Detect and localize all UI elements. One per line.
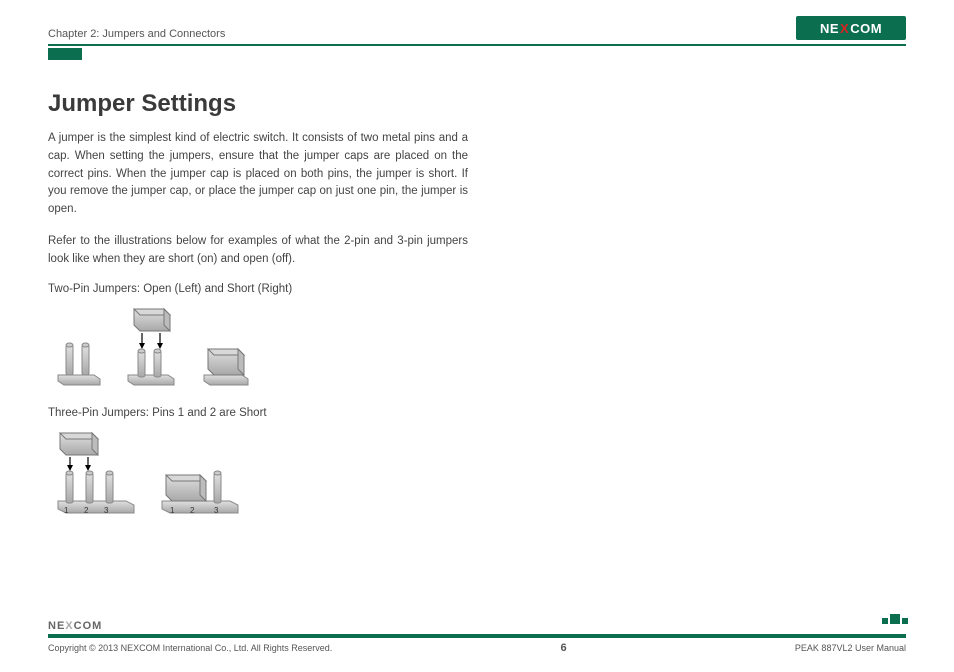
chapter-title: Chapter 2: Jumpers and Connectors bbox=[48, 28, 225, 40]
logo-part-1: NE bbox=[820, 21, 839, 36]
pin3-label: 3 bbox=[104, 506, 108, 515]
footer-logo-part2: COM bbox=[74, 620, 103, 632]
pin2-label: 2 bbox=[84, 506, 88, 515]
three-pin-caption: Three-Pin Jumpers: Pins 1 and 2 are Shor… bbox=[48, 407, 468, 419]
footer-decoration-icon bbox=[880, 614, 908, 624]
footer-logo-x-icon: X bbox=[65, 620, 73, 632]
two-pin-open-icon bbox=[54, 331, 102, 387]
footer-divider bbox=[48, 634, 906, 638]
two-pin-caption: Two-Pin Jumpers: Open (Left) and Short (… bbox=[48, 283, 468, 295]
header-accent-block bbox=[48, 48, 82, 60]
three-pin-open-icon: 1 2 3 bbox=[54, 429, 140, 515]
pin1-label-b: 1 bbox=[170, 506, 174, 515]
three-pin-illustration: 1 2 3 1 2 3 bbox=[48, 429, 468, 515]
two-pin-cap-placing-icon bbox=[120, 305, 180, 387]
two-pin-short-icon bbox=[198, 331, 252, 387]
footer-row: Copyright © 2013 NEXCOM International Co… bbox=[48, 640, 906, 654]
pin1-label: 1 bbox=[64, 506, 68, 515]
three-pin-short-icon: 1 2 3 bbox=[158, 459, 244, 515]
copyright-text: Copyright © 2013 NEXCOM International Co… bbox=[48, 643, 332, 653]
page-number: 6 bbox=[561, 642, 567, 654]
paragraph-1: A jumper is the simplest kind of electri… bbox=[48, 130, 468, 219]
paragraph-2: Refer to the illustrations below for exa… bbox=[48, 233, 468, 269]
pin3-label-b: 3 bbox=[214, 506, 218, 515]
page-header: Chapter 2: Jumpers and Connectors NE X C… bbox=[48, 18, 906, 40]
main-content: Jumper Settings A jumper is the simplest… bbox=[48, 90, 468, 535]
manual-title: PEAK 887VL2 User Manual bbox=[795, 643, 906, 653]
pin2-label-b: 2 bbox=[190, 506, 194, 515]
section-heading: Jumper Settings bbox=[48, 90, 468, 118]
header-divider bbox=[48, 44, 906, 46]
nexcom-logo-footer: NE X COM bbox=[48, 620, 906, 632]
page-footer: NE X COM Copyright © 2013 NEXCOM Interna… bbox=[48, 620, 906, 654]
two-pin-illustration bbox=[48, 305, 468, 387]
logo-part-2: COM bbox=[850, 21, 882, 36]
nexcom-logo-top: NE X COM bbox=[796, 16, 906, 40]
footer-logo-part1: NE bbox=[48, 620, 65, 632]
logo-x-icon: X bbox=[840, 21, 849, 36]
